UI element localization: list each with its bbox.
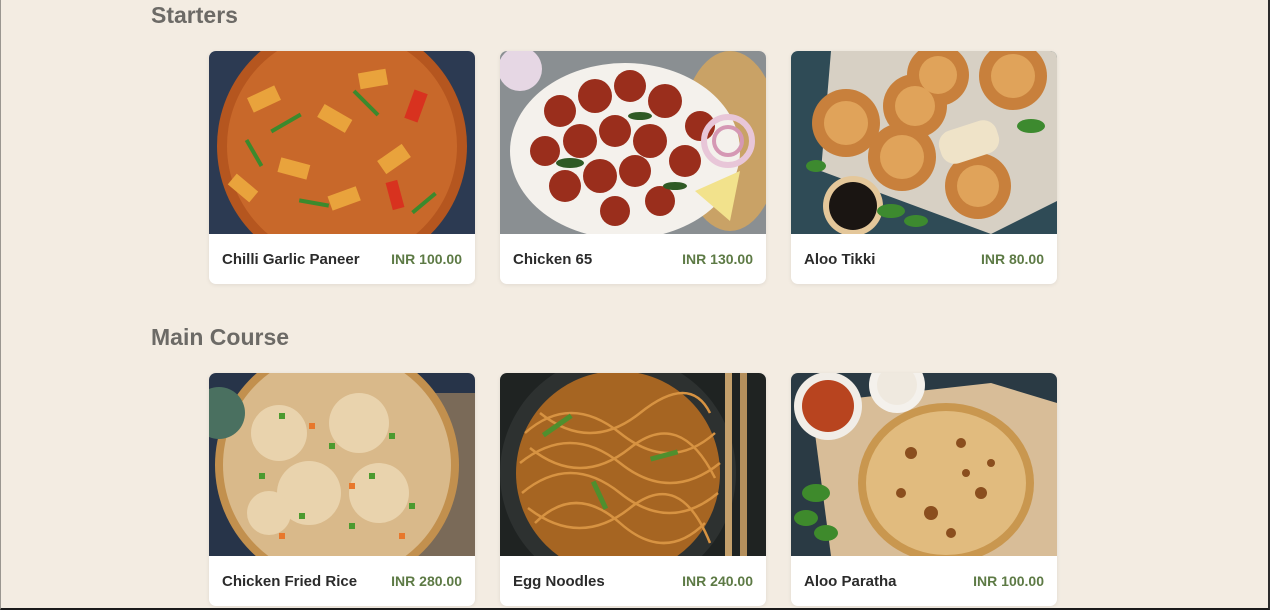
chicken-65-image: [500, 51, 766, 234]
item-price: INR 80.00: [980, 251, 1044, 267]
item-name: Egg Noodles: [513, 572, 605, 590]
egg-noodles-image: [500, 373, 766, 556]
menu-item-card[interactable]: Aloo Tikki INR 80.00: [791, 51, 1057, 284]
aloo-tikki-image: [791, 51, 1057, 234]
card-footer: Egg Noodles INR 240.00: [500, 556, 766, 606]
item-price: INR 280.00: [391, 573, 462, 589]
menu-item-card[interactable]: Chicken Fried Rice INR 280.00: [209, 373, 475, 606]
item-name: Chicken Fried Rice: [222, 572, 358, 590]
card-footer: Chicken 65 INR 130.00: [500, 234, 766, 284]
chilli-garlic-paneer-image: [209, 51, 475, 234]
section-title-main-course: Main Course: [151, 324, 290, 350]
menu-item-card[interactable]: Chicken 65 INR 130.00: [500, 51, 766, 284]
menu-item-card[interactable]: Egg Noodles INR 240.00: [500, 373, 766, 606]
aloo-paratha-image: [791, 373, 1057, 556]
item-name: Aloo Paratha: [804, 572, 897, 590]
chicken-fried-rice-image: [209, 373, 475, 556]
item-name: Chilli Garlic Paneer: [222, 250, 360, 268]
card-footer: Chicken Fried Rice INR 280.00: [209, 556, 475, 606]
item-price: INR 100.00: [391, 251, 462, 267]
item-price: INR 130.00: [682, 251, 753, 267]
main-course-grid: Chicken Fried Rice INR 280.00 Egg Noodle…: [209, 373, 1057, 606]
item-name: Chicken 65: [513, 250, 593, 268]
starters-grid: Chilli Garlic Paneer INR 100.00 Chicken …: [209, 51, 1057, 284]
item-price: INR 100.00: [973, 573, 1044, 589]
menu-item-card[interactable]: Chilli Garlic Paneer INR 100.00: [209, 51, 475, 284]
item-price: INR 240.00: [682, 573, 753, 589]
card-footer: Aloo Paratha INR 100.00: [791, 556, 1057, 606]
section-title-starters: Starters: [151, 2, 238, 28]
card-footer: Aloo Tikki INR 80.00: [791, 234, 1057, 284]
card-footer: Chilli Garlic Paneer INR 100.00: [209, 234, 475, 284]
item-name: Aloo Tikki: [804, 250, 876, 268]
menu-item-card[interactable]: Aloo Paratha INR 100.00: [791, 373, 1057, 606]
